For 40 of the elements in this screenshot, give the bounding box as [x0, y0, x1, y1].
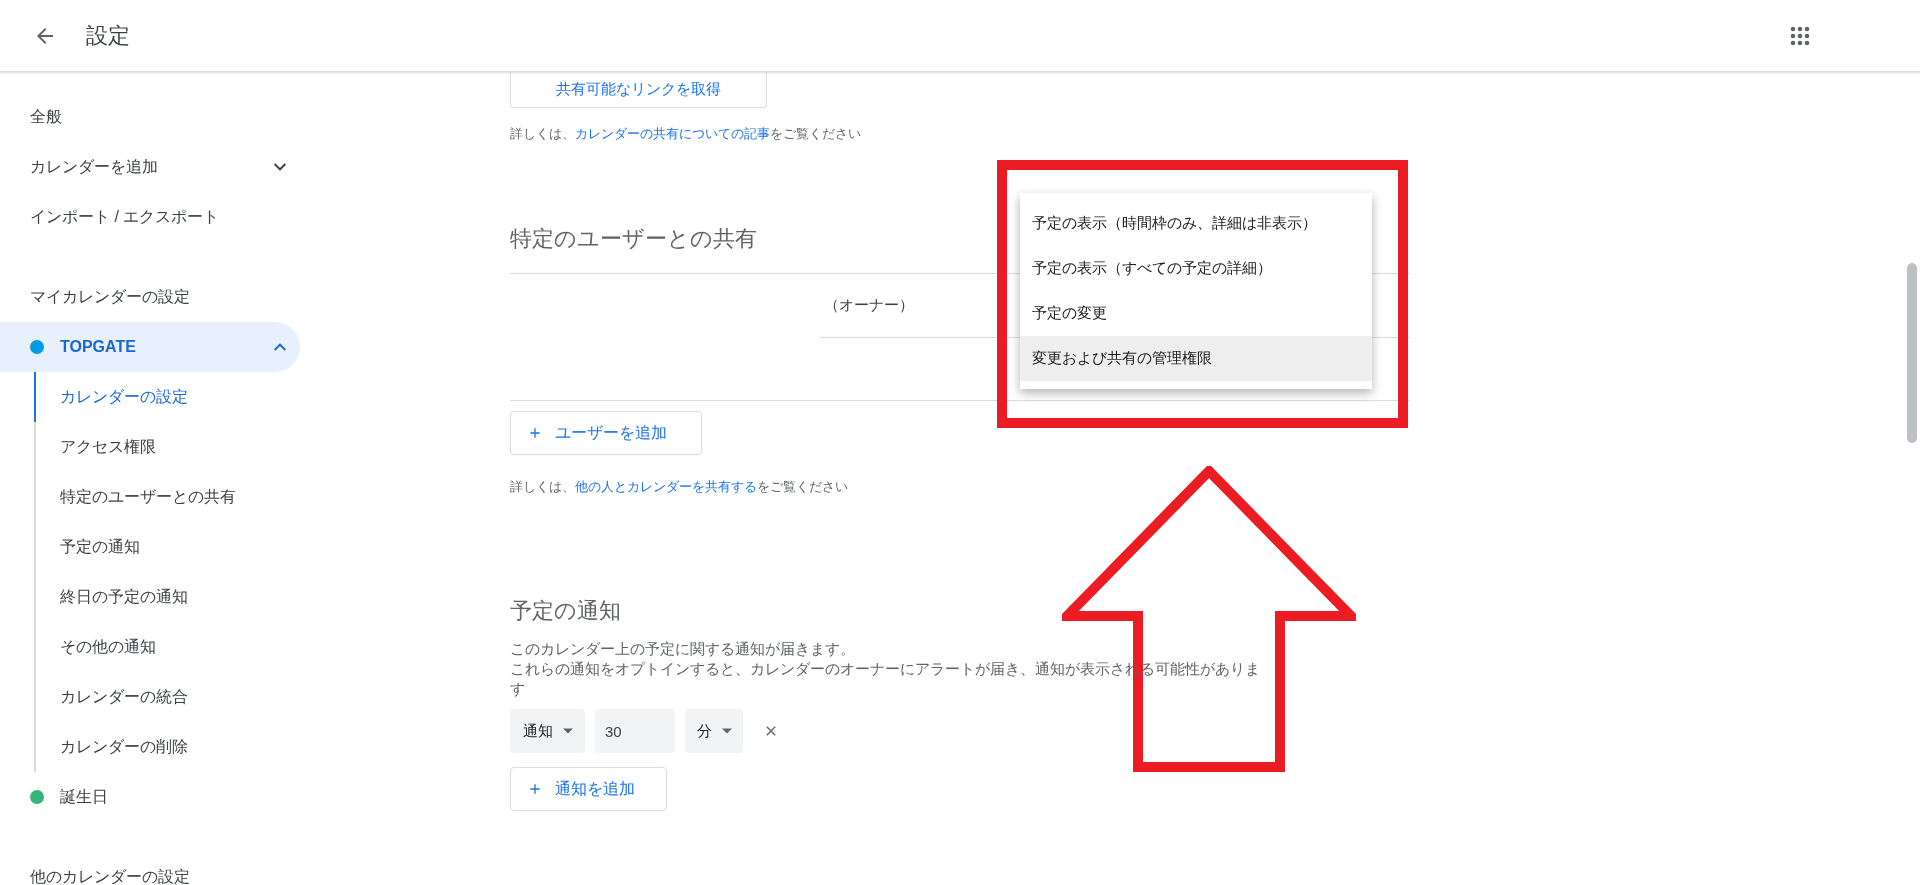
add-notification-button[interactable]: 通知を追加	[510, 767, 667, 811]
sidebar-subitem[interactable]: カレンダーの削除	[34, 722, 320, 772]
sidebar-subitem[interactable]: 予定の通知	[34, 522, 320, 572]
help-link[interactable]: カレンダーの共有についての記事	[575, 126, 770, 141]
unit-select[interactable]: 分	[685, 709, 743, 753]
sidebar-heading: マイカレンダーの設定	[29, 287, 191, 307]
calendar-name: 誕生日	[60, 787, 108, 807]
page-title: 設定	[86, 22, 130, 50]
help-text: 詳しくは、他の人とカレンダーを共有するをご覧ください	[510, 477, 849, 496]
sidebar-item[interactable]: 全般	[0, 92, 320, 142]
sidebar-subitem[interactable]: カレンダーの統合	[34, 672, 320, 722]
caret-icon	[562, 728, 573, 734]
description-text: このカレンダー上の予定に関する通知が届きます。	[510, 639, 856, 659]
caret-icon	[721, 728, 732, 734]
calendar-name: TOPGATE	[60, 337, 136, 357]
apps-grid-icon[interactable]	[1790, 25, 1810, 46]
add-user-button[interactable]: ユーザーを追加	[510, 410, 702, 455]
sidebar-subitem[interactable]: 終日の予定の通知	[34, 572, 320, 622]
sidebar-subitem[interactable]: アクセス権限	[34, 422, 320, 472]
help-text: 詳しくは、カレンダーの共有についての記事をご覧ください	[510, 125, 862, 143]
owner-label: （オーナー）	[824, 294, 914, 315]
menu-item[interactable]: 予定の表示（時間枠のみ、詳細は非表示）	[1020, 201, 1372, 246]
help-link[interactable]: 他の人とカレンダーを共有する	[575, 478, 757, 494]
menu-item[interactable]: 予定の変更	[1020, 291, 1372, 336]
sidebar-item[interactable]: インポート / エクスポート	[0, 192, 320, 242]
sidebar-item[interactable]: カレンダーを追加	[0, 142, 300, 192]
amount-field[interactable]: 30	[595, 709, 675, 753]
sidebar-subitem[interactable]: カレンダーの設定	[34, 372, 320, 422]
get-link-button[interactable]: 共有可能なリンクを取得	[510, 72, 767, 108]
plus-icon	[527, 781, 543, 797]
calendar-item[interactable]: TOPGATE	[0, 322, 300, 372]
sidebar-subitem[interactable]: 特定のユーザーとの共有	[34, 472, 320, 522]
section-title: 予定の通知	[510, 597, 621, 625]
calendar-item[interactable]: 誕生日	[0, 772, 300, 822]
notification-type-select[interactable]: 通知	[510, 709, 585, 753]
menu-item[interactable]: 変更および共有の管理権限	[1020, 336, 1372, 381]
menu-item[interactable]: 予定の表示（すべての予定の詳細）	[1020, 246, 1372, 291]
sidebar-subitem[interactable]: その他の通知	[34, 622, 320, 672]
sidebar-heading: 他のカレンダーの設定	[29, 867, 191, 885]
section-title: 特定のユーザーとの共有	[510, 224, 757, 253]
